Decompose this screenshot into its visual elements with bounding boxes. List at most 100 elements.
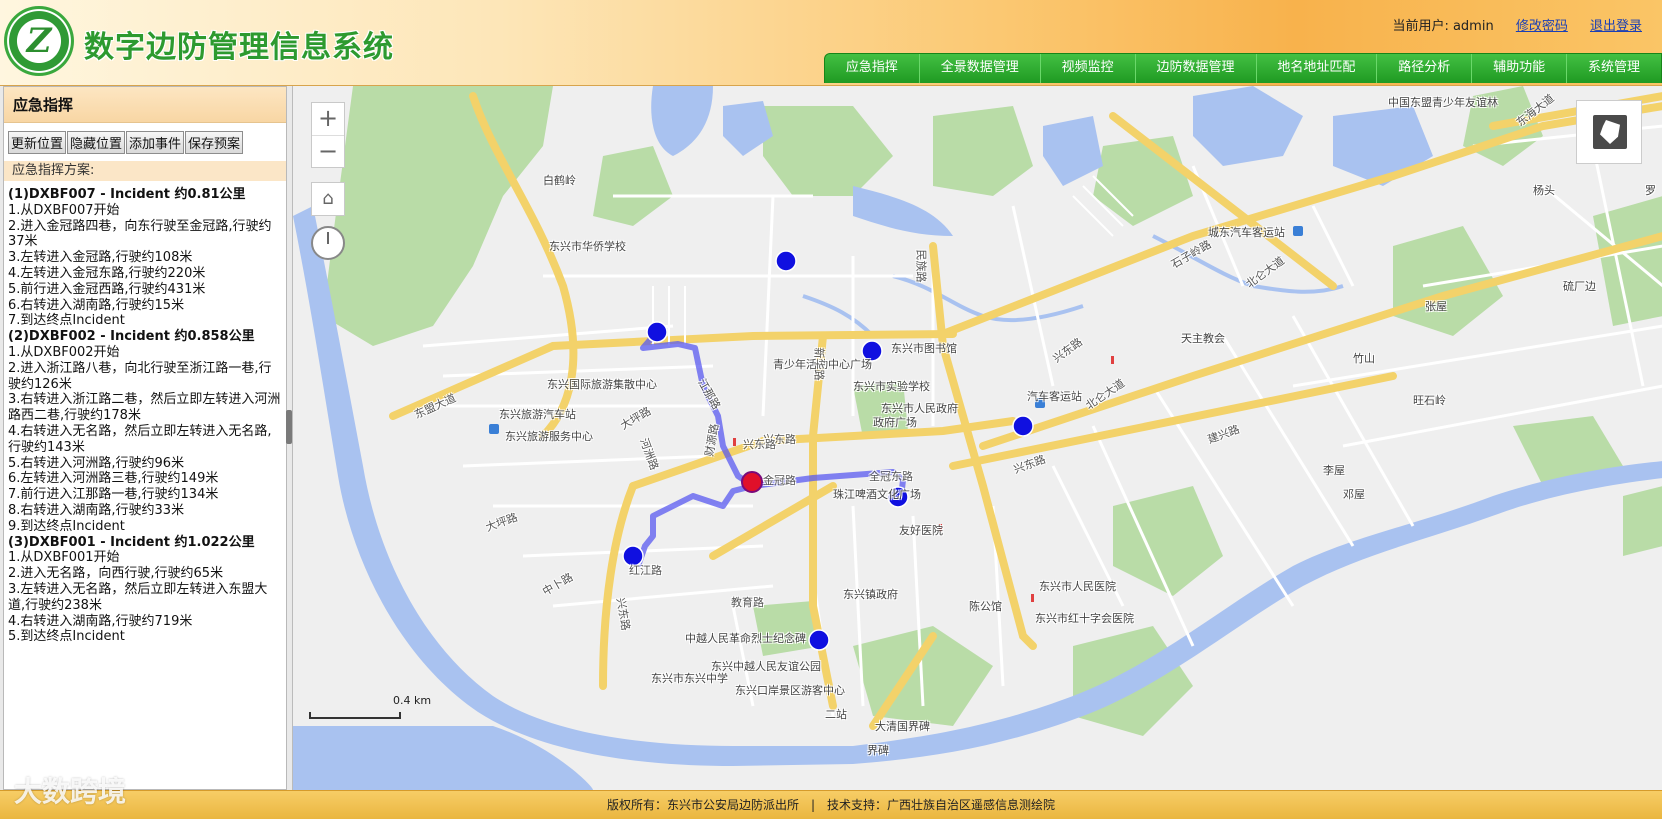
map-label: 东兴镇政府 (843, 588, 898, 601)
basemap-toggle-button[interactable] (1576, 100, 1642, 164)
zoom-control: + − (311, 102, 345, 168)
map-label: 友好医院 (899, 524, 943, 537)
incident-marker (741, 471, 763, 493)
scale-bar-line (309, 712, 401, 719)
unit-marker (1012, 415, 1034, 437)
plan-step: 6.右转进入湖南路,行驶约15米 (8, 297, 185, 313)
map-label: 城东汽车客运站 (1208, 226, 1285, 239)
map-label: 陈公馆 (969, 600, 1002, 613)
map-view[interactable]: 白鹤岭 东兴市华侨学校 中国东盟青少年友谊林 东海大道 民族路 城东汽车客运站 … (292, 86, 1662, 790)
map-label: 东兴旅游汽车站 (499, 408, 576, 421)
hide-position-button[interactable]: 隐藏位置 (67, 131, 126, 154)
plan-step: 2.进入浙江路八巷，向北行驶至浙江路一巷,行驶约126米 (8, 360, 272, 392)
nav-video-monitor[interactable]: 视频监控 (1039, 54, 1135, 83)
plan-step: 3.右转进入浙江路二巷，然后立即左转进入河洲路西二巷,行驶约178米 (8, 392, 281, 424)
nav-panorama-data[interactable]: 全景数据管理 (918, 54, 1040, 83)
bus-stop-icon (489, 424, 499, 434)
command-panel: 应急指挥 更新位置 隐藏位置 添加事件 保存预案 应急指挥方案: (1)DXBF007… (3, 86, 287, 790)
map-label: 东兴口岸景区游客中心 (735, 684, 845, 697)
user-info: 当前用户: admin 修改密码 退出登录 (1392, 15, 1642, 34)
home-extent-button[interactable]: ⌂ (311, 182, 345, 216)
save-plan-button[interactable]: 保存预案 (185, 131, 244, 154)
map-label: 政府广场 (873, 416, 917, 429)
map-label: 东兴市东兴中学 (651, 672, 728, 685)
logo: Z (4, 6, 74, 76)
map-label: 金冠路 (763, 474, 796, 487)
map-label: 白鹤岭 (543, 174, 576, 187)
panel-toolbar: 更新位置 隐藏位置 添加事件 保存预案 (4, 123, 286, 161)
map-label: 东兴市图书馆 (891, 342, 957, 355)
map-label: 东兴市实验学校 (853, 380, 930, 393)
zoom-out-button[interactable]: − (312, 135, 344, 167)
plan-step: 9.到达终点Incident (8, 518, 125, 534)
map-label: 中国东盟青少年友谊林 (1388, 96, 1498, 109)
nav-tools[interactable]: 辅助功能 (1471, 54, 1566, 83)
map-label: 兴东路 (743, 438, 776, 451)
unit-marker (775, 250, 797, 272)
map-label: 新华路 (812, 347, 826, 381)
app-title: 数字边防管理信息系统 (84, 30, 394, 65)
map-label: 东兴市华侨学校 (549, 240, 626, 253)
park-area (1623, 486, 1662, 556)
map-label: 全冠东路 (869, 470, 913, 483)
map-label: 张屋 (1425, 300, 1447, 313)
footer: 版权所有：东兴市公安局边防派出所 | 技术支持：广西壮族自治区遥感信息测绘院 (0, 790, 1662, 819)
current-user-label: 当前用户: admin (1392, 19, 1494, 34)
panel-title: 应急指挥 (4, 87, 286, 123)
map-label: 二站 (825, 708, 847, 721)
map-icon (1593, 115, 1627, 149)
plan-step: 1.从DXBF001开始 (8, 550, 120, 566)
plan-step: 7.到达终点Incident (8, 313, 125, 329)
nav-border-data[interactable]: 边防数据管理 (1134, 54, 1256, 83)
nav-route-analysis[interactable]: 路径分析 (1376, 54, 1471, 83)
change-password-link[interactable]: 修改密码 (1516, 19, 1568, 34)
map-label: 东兴市红十字会医院 (1035, 612, 1134, 625)
map-canvas (293, 86, 1662, 790)
main-nav: 应急指挥 全景数据管理 视频监控 边防数据管理 地名地址匹配 路径分析 辅助功能… (824, 53, 1662, 83)
map-label: 大清国界碑 (875, 720, 930, 733)
plan-step: 2.进入无名路，向西行驶,行驶约65米 (8, 566, 224, 582)
plan-heading: (1)DXBF007 - Incident 约0.81公里 (8, 187, 246, 202)
nav-emergency-command[interactable]: 应急指挥 (825, 54, 919, 83)
update-position-button[interactable]: 更新位置 (8, 131, 67, 154)
map-label: 邓屋 (1343, 488, 1365, 501)
plan-heading: (3)DXBF001 - Incident 约1.022公里 (8, 534, 255, 550)
logout-link[interactable]: 退出登录 (1590, 19, 1642, 34)
locate-button[interactable] (311, 226, 345, 260)
plan-step: 3.左转进入无名路，然后立即左转进入东盟大道,行驶约238米 (8, 581, 268, 613)
plan-step: 4.右转进入无名路，然后立即左转进入无名路,行驶约143米 (8, 423, 272, 455)
nav-address-match[interactable]: 地名地址匹配 (1255, 54, 1377, 83)
map-label: 中越人民革命烈士纪念碑 (685, 632, 806, 645)
plan-step: 6.左转进入河洲路三巷,行驶约149米 (8, 471, 219, 487)
plan-step: 3.左转进入金冠路,行驶约108米 (8, 250, 193, 266)
app-header: Z 数字边防管理信息系统 当前用户: admin 修改密码 退出登录 应急指挥 … (0, 0, 1662, 86)
home-icon: ⌂ (322, 188, 334, 209)
map-label: 红江路 (629, 564, 662, 577)
map-label: 界碑 (867, 744, 889, 757)
add-event-button[interactable]: 添加事件 (126, 131, 185, 154)
map-label: 教育路 (731, 596, 764, 609)
plan-step: 7.前行进入江那路一巷,行驶约134米 (8, 487, 219, 503)
plan-list: (1)DXBF007 - Incident 约0.81公里 1.从DXBF007… (4, 181, 286, 645)
flag-icon (1111, 356, 1114, 364)
plan-heading: (2)DXBF002 - Incident 约0.858公里 (8, 329, 255, 345)
plan-step: 4.左转进入金冠东路,行驶约220米 (8, 265, 206, 281)
bus-stop-icon (1293, 226, 1303, 236)
map-label: 硫厂边 (1563, 280, 1596, 293)
map-label: 杨头 (1533, 184, 1555, 197)
unit-marker (646, 321, 668, 343)
map-label: 东兴市人民医院 (1039, 580, 1116, 593)
plan-step: 2.进入金冠路四巷，向东行驶至金冠路,行驶约37米 (8, 218, 272, 250)
flag-icon (1031, 594, 1034, 602)
map-label: 东兴旅游服务中心 (505, 430, 593, 443)
zoom-in-button[interactable]: + (312, 103, 344, 135)
map-label: 东兴国际旅游集散中心 (547, 378, 657, 391)
scale-label: 0.4 km (393, 694, 432, 707)
plan-step: 5.右转进入河洲路,行驶约96米 (8, 455, 185, 471)
power-icon (327, 232, 329, 244)
map-label: 民族路 (914, 249, 928, 283)
plan-label: 应急指挥方案: (4, 161, 286, 181)
plan-step: 1.从DXBF007开始 (8, 202, 120, 218)
map-label: 李屋 (1323, 464, 1345, 477)
nav-system-admin[interactable]: 系统管理 (1566, 54, 1661, 83)
